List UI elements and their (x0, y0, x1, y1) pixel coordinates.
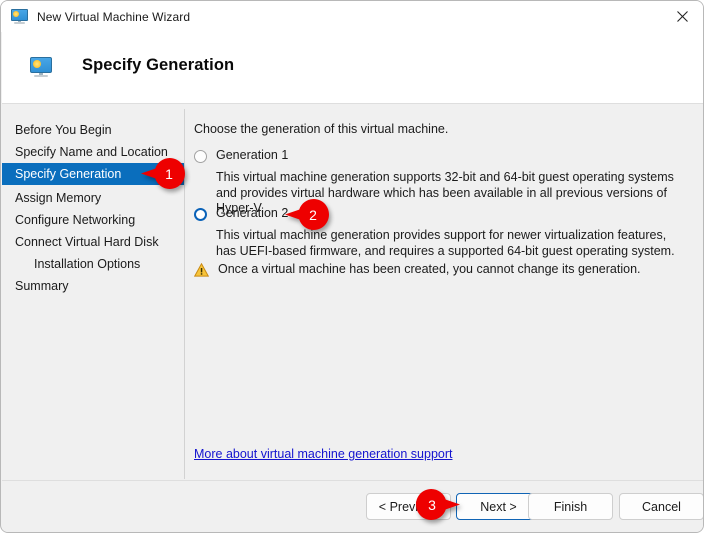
sidebar-item-label: Specify Generation (15, 167, 122, 181)
sidebar-item-specify-generation[interactable]: Specify Generation (2, 163, 184, 185)
more-about-generation-link[interactable]: More about virtual machine generation su… (194, 447, 452, 461)
radio-generation-1-label: Generation 1 (216, 148, 289, 162)
radio-generation-2-label: Generation 2 (216, 206, 289, 220)
cancel-button-label: Cancel (642, 499, 681, 514)
sidebar-item-label: Assign Memory (15, 191, 102, 205)
finish-button[interactable]: Finish (528, 493, 613, 520)
wizard-content-pane: Choose the generation of this virtual ma… (185, 105, 703, 479)
sidebar-item-label: Installation Options (34, 257, 141, 271)
sidebar-item-label: Specify Name and Location (15, 145, 168, 159)
warning-triangle-icon (193, 262, 210, 277)
sidebar-item-label: Connect Virtual Hard Disk (15, 235, 159, 249)
sidebar-item-label: Summary (15, 279, 69, 293)
page-title: Specify Generation (82, 56, 235, 74)
warning-text: Once a virtual machine has been created,… (218, 262, 641, 276)
sidebar-item-specify-name-and-location[interactable]: Specify Name and Location (2, 141, 184, 163)
radio-generation-2[interactable] (194, 208, 207, 221)
new-virtual-machine-wizard-window: New Virtual Machine Wizard Specify Gener… (0, 0, 704, 533)
generation-2-description: This virtual machine generation provides… (216, 228, 675, 258)
virtual-machine-icon (30, 57, 52, 77)
finish-button-label: Finish (553, 499, 588, 514)
generation-warning: Once a virtual machine has been created,… (193, 262, 641, 277)
next-button-label: Next > (480, 499, 517, 514)
radio-generation-1[interactable] (194, 150, 207, 163)
generation-2-option[interactable]: Generation 2 This virtual machine genera… (194, 206, 689, 259)
intro-text: Choose the generation of this virtual ma… (194, 122, 449, 136)
sidebar-item-summary[interactable]: Summary (2, 275, 184, 297)
virtual-machine-icon (11, 9, 28, 24)
title-bar: New Virtual Machine Wizard (1, 1, 703, 32)
sidebar-item-before-you-begin[interactable]: Before You Begin (2, 119, 184, 141)
previous-button-label: < Previous (378, 499, 439, 514)
sidebar-item-label: Before You Begin (15, 123, 112, 137)
sidebar-item-assign-memory[interactable]: Assign Memory (2, 187, 184, 209)
cancel-button[interactable]: Cancel (619, 493, 703, 520)
wizard-steps-sidebar: Before You Begin Specify Name and Locati… (2, 105, 184, 479)
page-header: Specify Generation (2, 32, 703, 104)
sidebar-item-label: Configure Networking (15, 213, 136, 227)
sidebar-item-configure-networking[interactable]: Configure Networking (2, 209, 184, 231)
previous-button[interactable]: < Previous (366, 493, 451, 520)
close-icon[interactable] (659, 1, 703, 32)
dialog-footer: < Previous Next > Finish Cancel (2, 480, 703, 532)
window-title: New Virtual Machine Wizard (37, 9, 191, 24)
dialog-body: Before You Begin Specify Name and Locati… (2, 105, 703, 479)
sidebar-item-installation-options[interactable]: Installation Options (2, 253, 184, 275)
sidebar-item-connect-virtual-hard-disk[interactable]: Connect Virtual Hard Disk (2, 231, 184, 253)
